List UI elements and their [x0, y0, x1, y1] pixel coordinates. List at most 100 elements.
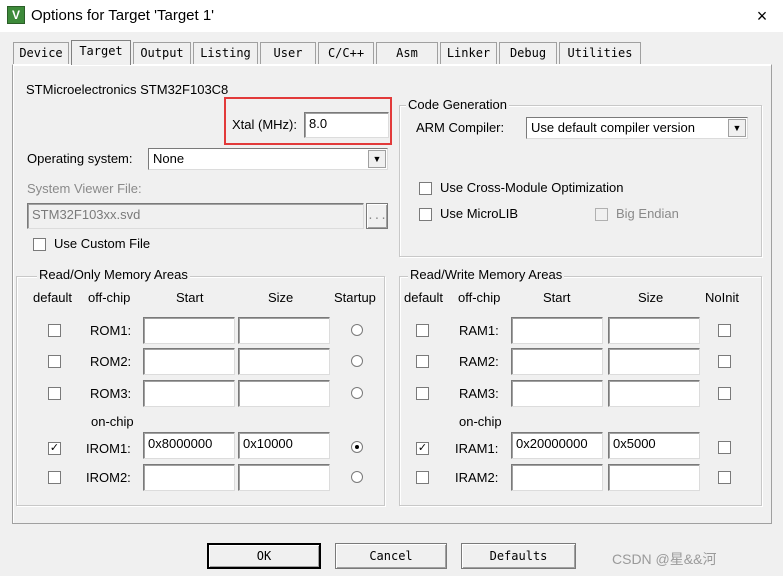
irom2-startup-radio[interactable] — [351, 471, 363, 483]
irom1-label: IROM1: — [86, 441, 131, 456]
rom1-startup-radio[interactable] — [351, 324, 363, 336]
compiler-select[interactable]: Use default compiler version ▼ — [526, 117, 748, 139]
rom3-startup-radio[interactable] — [351, 387, 363, 399]
big-endian-label: Big Endian — [616, 206, 679, 221]
ram1-label: RAM1: — [459, 323, 499, 338]
defaults-button[interactable]: Defaults — [461, 543, 576, 569]
rom2-label: ROM2: — [90, 354, 132, 369]
irom1-size-input[interactable]: 0x10000 — [238, 432, 330, 459]
ram2-start-input[interactable] — [511, 348, 603, 375]
code-generation-title: Code Generation — [406, 97, 510, 112]
checkmark-icon: ✓ — [417, 442, 428, 454]
irom2-size-input[interactable] — [238, 464, 330, 491]
irom1-startup-radio[interactable] — [351, 441, 363, 453]
iram1-size-input[interactable]: 0x5000 — [608, 432, 700, 459]
ram1-default-checkbox[interactable] — [416, 324, 429, 337]
tab-asm[interactable]: Asm — [376, 42, 438, 64]
ro-memory-title: Read/Only Memory Areas — [37, 267, 190, 282]
rom1-default-checkbox[interactable] — [48, 324, 61, 337]
svd-label: System Viewer File: — [27, 181, 142, 196]
irom1-start-input[interactable]: 0x8000000 — [143, 432, 235, 459]
tab-listing[interactable]: Listing — [193, 42, 258, 64]
ram3-start-input[interactable] — [511, 380, 603, 407]
ram3-size-input[interactable] — [608, 380, 700, 407]
rom1-size-input[interactable] — [238, 317, 330, 344]
ram3-label: RAM3: — [459, 386, 499, 401]
chevron-down-icon[interactable]: ▼ — [728, 119, 746, 137]
ram2-default-checkbox[interactable] — [416, 355, 429, 368]
custom-file-label: Use Custom File — [54, 236, 151, 251]
rw-header-size: Size — [638, 290, 664, 305]
rw-header-default: default — [404, 290, 444, 305]
ram2-size-input[interactable] — [608, 348, 700, 375]
cancel-button[interactable]: Cancel — [335, 543, 447, 569]
ram3-noinit-checkbox[interactable] — [718, 387, 731, 400]
iram2-size-input[interactable] — [608, 464, 700, 491]
rom1-label: ROM1: — [90, 323, 132, 338]
rom2-startup-radio[interactable] — [351, 355, 363, 367]
irom2-label: IROM2: — [86, 470, 131, 485]
tab-cc[interactable]: C/C++ — [318, 42, 374, 64]
rom3-label: ROM3: — [90, 386, 132, 401]
ro-header-startup: Startup — [334, 290, 376, 305]
os-label: Operating system: — [27, 151, 133, 166]
rom3-start-input[interactable] — [143, 380, 235, 407]
iram2-start-input[interactable] — [511, 464, 603, 491]
rom2-size-input[interactable] — [238, 348, 330, 375]
ro-header-offchip: off-chip — [88, 290, 131, 305]
big-endian-checkbox[interactable] — [595, 208, 608, 221]
iram1-label: IRAM1: — [455, 441, 499, 456]
iram1-noinit-checkbox[interactable] — [718, 441, 731, 454]
microlib-label: Use MicroLIB — [440, 206, 519, 221]
ram1-start-input[interactable] — [511, 317, 603, 344]
tab-utilities[interactable]: Utilities — [559, 42, 641, 64]
os-select-value: None — [153, 151, 185, 166]
microlib-checkbox[interactable] — [419, 208, 432, 221]
device-name: STMicroelectronics STM32F103C8 — [26, 82, 229, 97]
ram1-size-input[interactable] — [608, 317, 700, 344]
tab-linker[interactable]: Linker — [440, 42, 497, 64]
checkmark-icon: ✓ — [49, 442, 60, 454]
rom2-default-checkbox[interactable] — [48, 355, 61, 368]
chevron-down-icon[interactable]: ▼ — [368, 150, 386, 168]
rom3-default-checkbox[interactable] — [48, 387, 61, 400]
cross-module-checkbox[interactable] — [419, 182, 432, 195]
window-title: Options for Target 'Target 1' — [31, 7, 215, 24]
tab-target[interactable]: Target — [71, 40, 131, 65]
custom-file-checkbox[interactable] — [33, 238, 46, 251]
rom2-start-input[interactable] — [143, 348, 235, 375]
ro-header-default: default — [33, 290, 73, 305]
rw-onchip-label: on-chip — [459, 414, 502, 429]
ram1-noinit-checkbox[interactable] — [718, 324, 731, 337]
irom2-default-checkbox[interactable] — [48, 471, 61, 484]
ram2-label: RAM2: — [459, 354, 499, 369]
irom1-default-checkbox[interactable]: ✓ — [48, 442, 61, 455]
os-select[interactable]: None ▼ — [148, 148, 388, 170]
ro-onchip-label: on-chip — [91, 414, 134, 429]
svd-input[interactable]: STM32F103xx.svd — [27, 203, 364, 229]
iram1-start-input[interactable]: 0x20000000 — [511, 432, 603, 459]
rom3-size-input[interactable] — [238, 380, 330, 407]
ram3-default-checkbox[interactable] — [416, 387, 429, 400]
keil-app-icon: V — [7, 6, 25, 24]
tab-user[interactable]: User — [260, 42, 316, 64]
svd-browse-button[interactable]: ... — [366, 203, 388, 229]
irom2-start-input[interactable] — [143, 464, 235, 491]
xtal-highlight-box — [224, 97, 392, 145]
ram2-noinit-checkbox[interactable] — [718, 355, 731, 368]
ro-header-size: Size — [268, 290, 294, 305]
tab-debug[interactable]: Debug — [499, 42, 557, 64]
tab-device[interactable]: Device — [13, 42, 69, 64]
close-icon[interactable]: × — [748, 2, 776, 30]
ok-button[interactable]: OK — [207, 543, 321, 569]
rw-header-noinit: NoInit — [705, 290, 739, 305]
rom1-start-input[interactable] — [143, 317, 235, 344]
iram2-default-checkbox[interactable] — [416, 471, 429, 484]
tab-output[interactable]: Output — [133, 42, 191, 64]
iram1-default-checkbox[interactable]: ✓ — [416, 442, 429, 455]
watermark: CSDN @星&&河 — [612, 551, 717, 567]
ro-header-start: Start — [176, 290, 204, 305]
rw-memory-title: Read/Write Memory Areas — [408, 267, 565, 282]
compiler-select-value: Use default compiler version — [531, 120, 696, 135]
iram2-noinit-checkbox[interactable] — [718, 471, 731, 484]
